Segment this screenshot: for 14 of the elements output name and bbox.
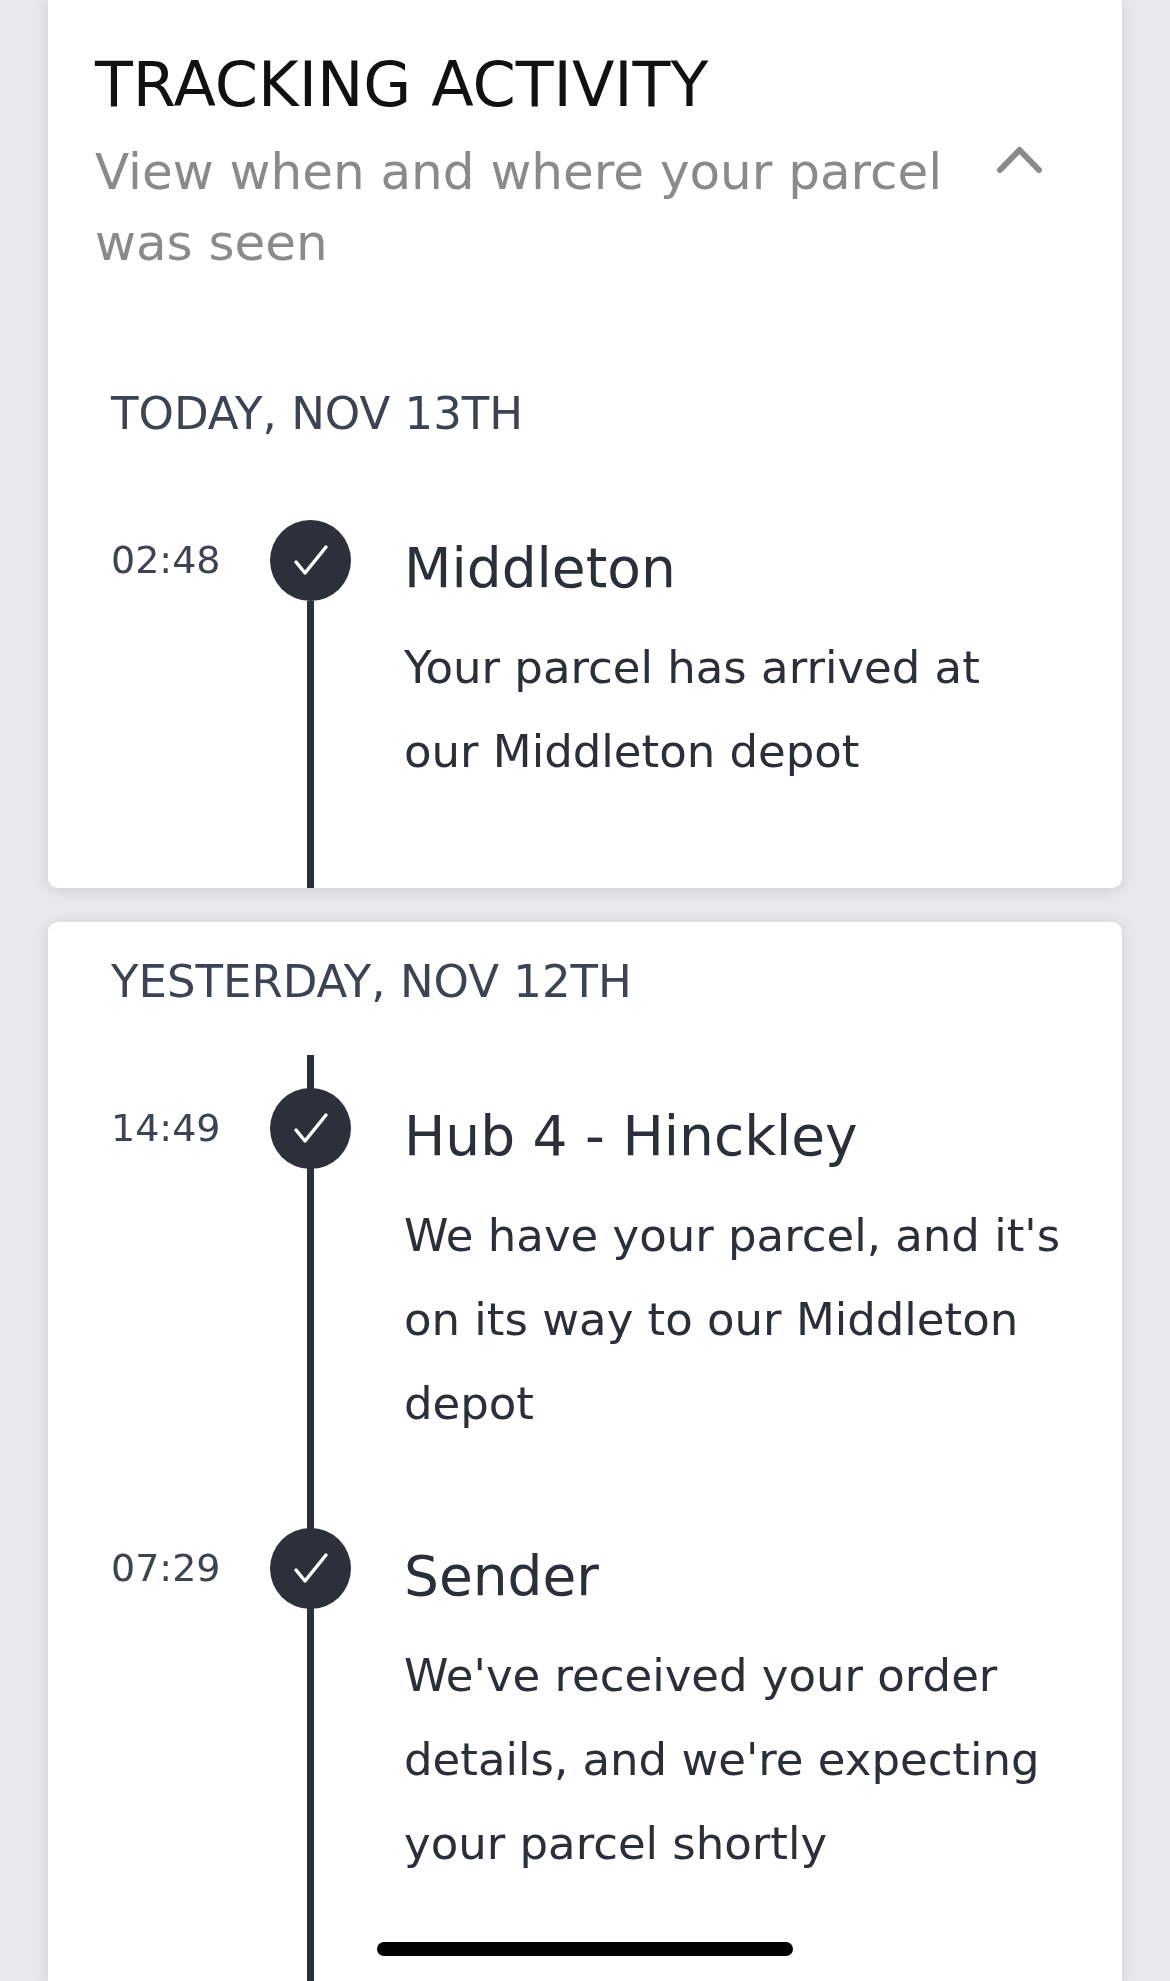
- section-subtitle: View when and where your parcel was seen: [95, 142, 944, 275]
- chevron-up-icon[interactable]: [996, 145, 1043, 175]
- event-location: Sender: [404, 1543, 599, 1610]
- event-time: 07:29: [111, 1545, 222, 1593]
- section-title: TRACKING ACTIVITY: [95, 48, 710, 123]
- event-description: Your parcel has arrived at our Middleton depot: [404, 640, 981, 781]
- event-time: 14:49: [111, 1105, 222, 1153]
- event-location: Hub 4 - Hinckley: [404, 1103, 858, 1170]
- event-description: We've received your order details, and we're expecting your parcel shortly: [404, 1648, 1041, 1873]
- event-time: 02:48: [111, 537, 222, 585]
- date-heading: YESTERDAY, NOV 12TH: [111, 955, 633, 1010]
- date-heading: TODAY, NOV 13TH: [111, 387, 525, 442]
- event-location: Middleton: [404, 535, 676, 602]
- event-description: We have your parcel, and it's on its way to our Middleton depot: [404, 1208, 1062, 1433]
